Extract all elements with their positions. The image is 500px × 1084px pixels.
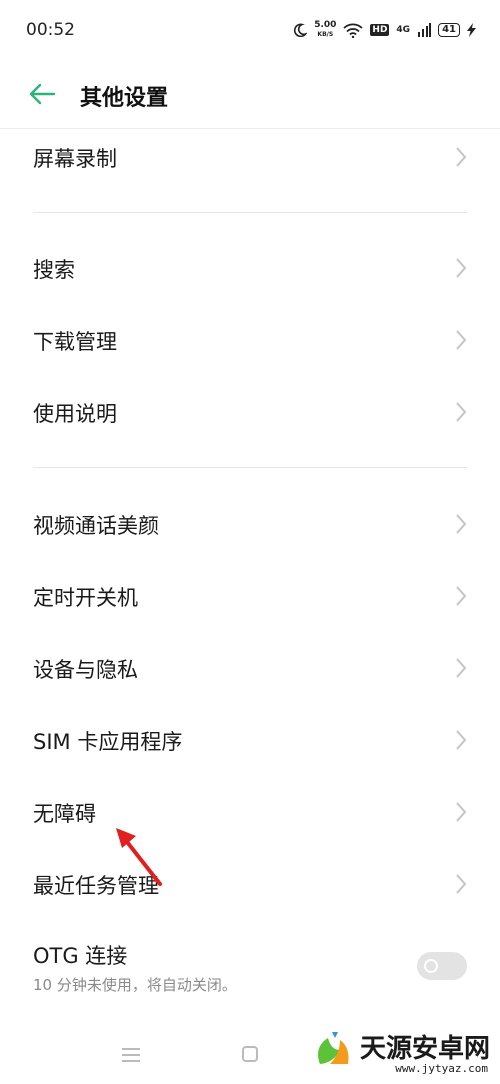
watermark: 天源安卓网: [310, 1026, 490, 1066]
page-header: 其他设置: [0, 62, 500, 129]
chevron-right-icon: [456, 802, 467, 822]
menu-icon[interactable]: [116, 1042, 146, 1068]
row-sim-apps[interactable]: SIM 卡应用程序: [0, 706, 500, 776]
row-video-call-beauty[interactable]: 视频通话美颜: [0, 490, 500, 560]
status-bar: 00:52 5.00 KB/S HD 4G 41: [0, 0, 500, 60]
network-type: 4G: [396, 25, 411, 35]
watermark-text: 天源安卓网: [359, 1033, 490, 1064]
row-label: 视频通话美颜: [33, 514, 159, 538]
toggle-knob: [424, 959, 438, 973]
row-screen-recording[interactable]: 屏幕录制: [0, 123, 500, 193]
charging-icon: [467, 23, 476, 37]
status-icons: 5.00 KB/S HD 4G 41: [293, 21, 476, 39]
row-label: 使用说明: [33, 402, 117, 426]
otg-toggle[interactable]: [417, 952, 467, 980]
row-accessibility[interactable]: 无障碍: [0, 778, 500, 848]
watermark-logo-icon: [318, 1032, 349, 1064]
battery-level: 41: [438, 23, 460, 37]
chevron-right-icon: [456, 586, 467, 606]
chevron-right-icon: [456, 658, 467, 678]
chevron-right-icon: [456, 258, 467, 278]
divider: [33, 212, 467, 213]
otg-subtitle: 10 分钟未使用，将自动关闭。: [33, 976, 237, 994]
divider: [33, 467, 467, 468]
chevron-right-icon: [456, 330, 467, 350]
row-search[interactable]: 搜索: [0, 234, 500, 304]
row-otg: OTG 连接 10 分钟未使用，将自动关闭。: [0, 920, 500, 1000]
row-label: 无障碍: [33, 802, 96, 826]
chevron-right-icon: [456, 402, 467, 422]
row-device-privacy[interactable]: 设备与隐私: [0, 634, 500, 704]
back-arrow-icon[interactable]: [28, 82, 56, 106]
row-label: 设备与隐私: [33, 658, 138, 682]
chevron-right-icon: [456, 147, 467, 167]
page-title: 其他设置: [80, 86, 169, 111]
chevron-right-icon: [456, 514, 467, 534]
status-time: 00:52: [26, 20, 75, 40]
otg-label: OTG 连接: [33, 944, 128, 968]
row-label: SIM 卡应用程序: [33, 730, 183, 754]
row-label: 搜索: [33, 258, 75, 282]
signal-icon: [418, 23, 432, 37]
network-speed: 5.00 KB/S: [314, 20, 337, 39]
moon-icon: [294, 23, 308, 37]
row-label: 定时开关机: [33, 586, 138, 610]
wifi-icon: [343, 23, 364, 38]
row-scheduled-power[interactable]: 定时开关机: [0, 562, 500, 632]
chevron-right-icon: [456, 730, 467, 750]
row-label: 下载管理: [33, 330, 117, 354]
row-download-management[interactable]: 下载管理: [0, 306, 500, 376]
row-instructions[interactable]: 使用说明: [0, 378, 500, 448]
row-recent-tasks[interactable]: 最近任务管理: [0, 850, 500, 920]
chevron-right-icon: [456, 874, 467, 894]
hd-badge: HD: [370, 24, 390, 36]
row-label: 屏幕录制: [33, 147, 117, 171]
row-label: 最近任务管理: [33, 874, 159, 898]
watermark-url: www.jytyaz.com: [395, 1062, 488, 1075]
home-square-icon[interactable]: [235, 1042, 265, 1068]
